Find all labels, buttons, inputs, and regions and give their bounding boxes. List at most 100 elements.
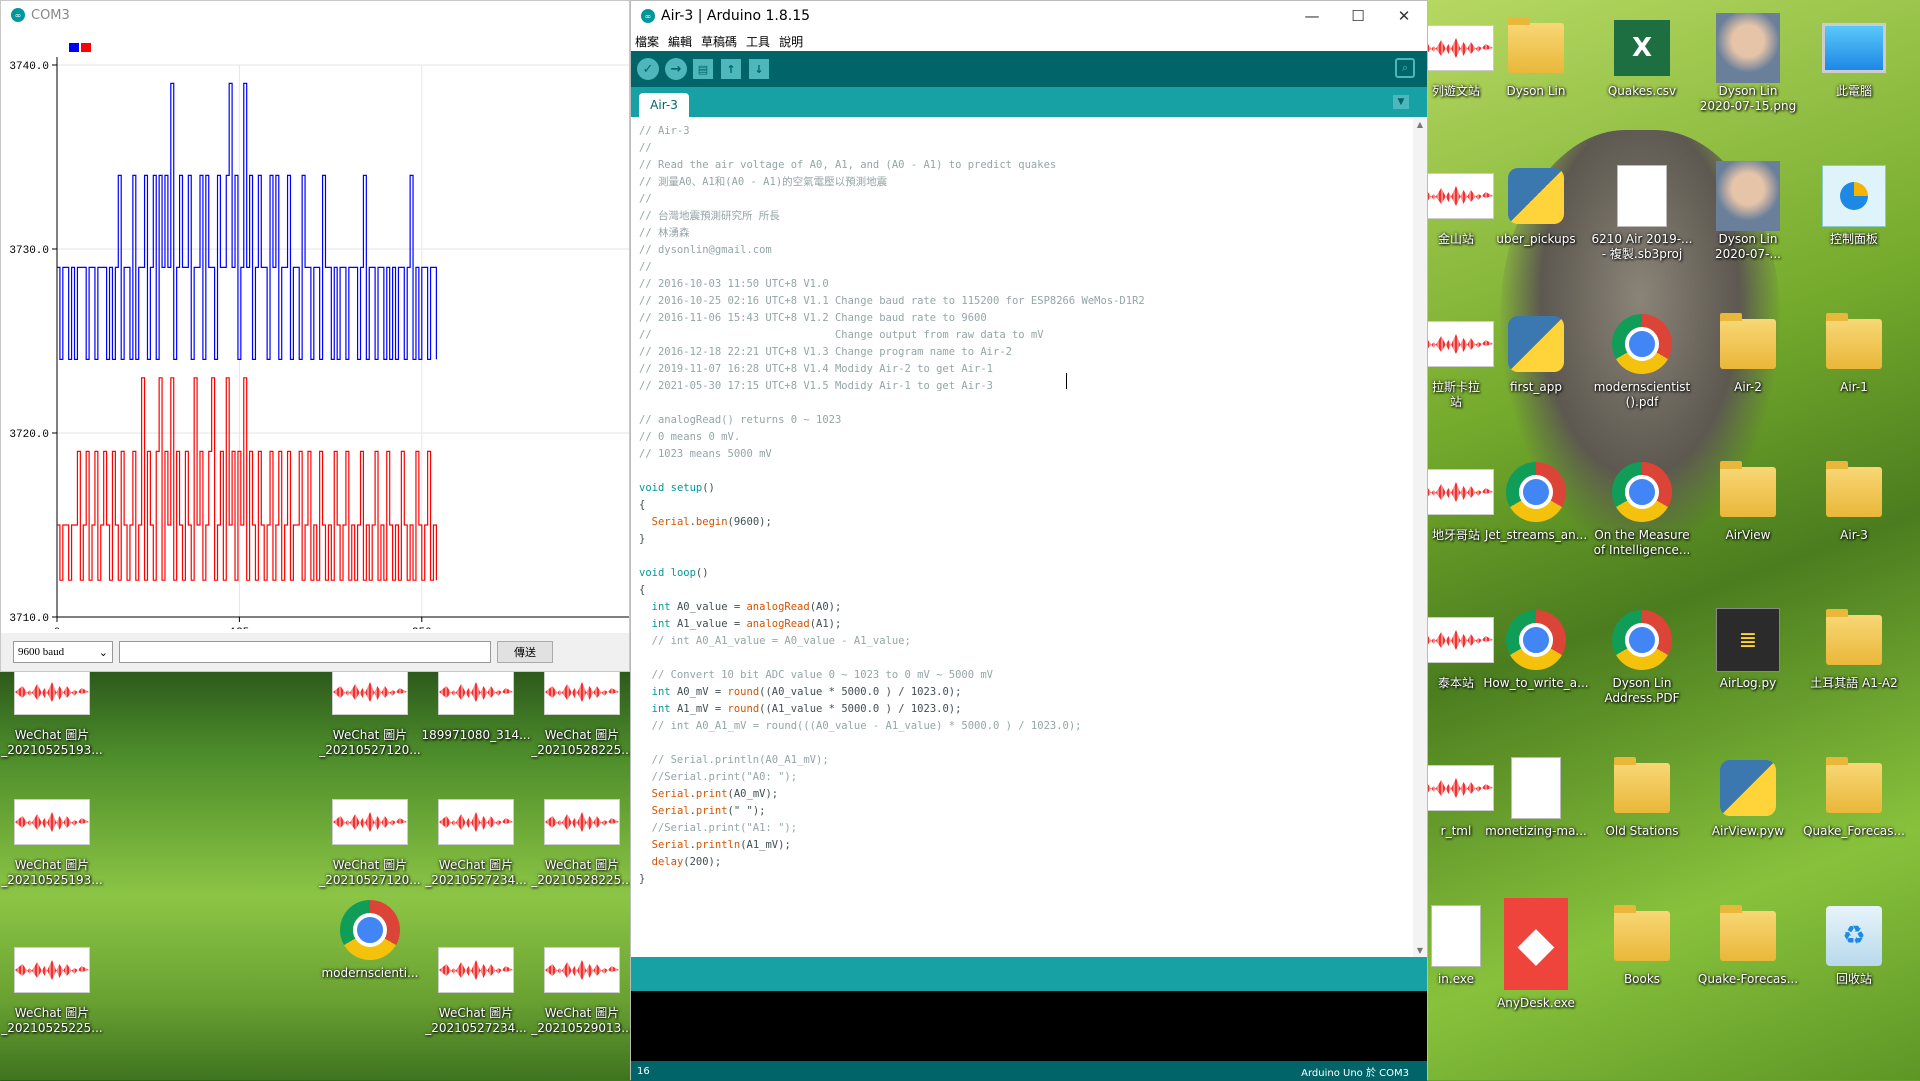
code-line[interactable]: // 林湧森 — [639, 227, 689, 239]
desktop-icon-dyson-png[interactable]: Dyson Lin 2020-07-15.png — [1698, 13, 1798, 114]
desktop-icon-quake-forecas[interactable]: Quake_Forecas... — [1803, 756, 1905, 839]
desktop-icon-modernsci-pdf[interactable]: modernscientist ().pdf — [1592, 312, 1692, 410]
code-line[interactable]: //Serial.print("A0: "); — [639, 771, 797, 783]
code-line[interactable]: { — [639, 584, 645, 596]
code-line[interactable]: // Convert 10 bit ADC value 0 ~ 1023 to … — [639, 669, 993, 681]
menu-file[interactable]: 檔案 — [635, 33, 659, 50]
code-line[interactable]: // Serial.println(A0_A1_mV); — [639, 754, 829, 766]
code-line[interactable]: void setup() — [639, 482, 715, 494]
desktop-icon-monetizing[interactable]: monetizing-ma... — [1485, 756, 1587, 839]
verify-button[interactable]: ✓ — [637, 58, 659, 80]
code-line[interactable]: int A0_value = analogRead(A0); — [639, 601, 842, 613]
code-text[interactable]: // Air-3 // // Read the air voltage of A… — [631, 117, 1415, 888]
desktop-icon-wechat-8[interactable]: WeChat 圖片 _20210525225... — [1, 938, 103, 1036]
code-line[interactable]: void loop() — [639, 567, 709, 579]
desktop-icon-jet[interactable]: Jet_streams_an... — [1485, 460, 1587, 543]
desktop-icon-inexe[interactable]: in.exe — [1428, 904, 1484, 987]
desktop-icon-airview[interactable]: AirView — [1698, 460, 1798, 543]
code-line[interactable]: int A0_mV = round((A0_value * 5000.0 ) /… — [639, 686, 962, 698]
menu-tools[interactable]: 工具 — [746, 33, 770, 50]
new-sketch-button[interactable]: ▤ — [693, 59, 713, 79]
desktop-icon-wechat-4[interactable]: WeChat 圖片 _20210525193... — [1, 790, 103, 888]
desktop-icon-turkey[interactable]: 土耳其語 A1-A2 — [1804, 608, 1904, 691]
scroll-up-icon[interactable]: ▲ — [1413, 117, 1427, 131]
desktop-icon-first-app[interactable]: first_app — [1486, 312, 1586, 395]
code-line[interactable]: delay(200); — [639, 856, 722, 868]
desktop-icon-this-pc[interactable]: 此電腦 — [1804, 16, 1904, 99]
desktop-icon-dyson-lin-folder[interactable]: Dyson Lin — [1486, 16, 1586, 99]
tab-air-3[interactable]: Air-3 — [639, 93, 689, 117]
code-line[interactable]: Serial.print(" "); — [639, 805, 766, 817]
desktop-icon-xiben[interactable]: 泰本站 — [1418, 608, 1494, 691]
minimize-button[interactable]: — — [1289, 1, 1335, 31]
desktop-icon-air-3[interactable]: Air-3 — [1804, 460, 1904, 543]
code-line[interactable]: // 台灣地震預測研究所 所長 — [639, 210, 780, 222]
send-input[interactable] — [119, 641, 491, 663]
code-line[interactable]: // int A0_A1_value = A0_value - A1_value… — [639, 635, 911, 647]
code-line[interactable]: } — [639, 533, 645, 545]
upload-button[interactable]: → — [665, 58, 687, 80]
desktop-icon-html[interactable]: r_tml — [1418, 756, 1494, 839]
close-button[interactable]: ✕ — [1381, 1, 1427, 31]
code-line[interactable]: // 2019-11-07 16:28 UTC+8 V1.4 Modidy Ai… — [639, 363, 993, 375]
desktop-icon-wechat-1[interactable]: WeChat 圖片 _20210525193... — [1, 660, 103, 758]
code-line[interactable]: Serial.print(A0_mV); — [639, 788, 778, 800]
desktop-icon-airview-pyw[interactable]: AirView.pyw — [1698, 756, 1798, 839]
desktop-icon-dyson-2[interactable]: Dyson Lin 2020-07-... — [1698, 161, 1798, 262]
code-line[interactable]: // 2016-12-18 22:21 UTC+8 V1.3 Change pr… — [639, 346, 1012, 358]
code-line[interactable]: // — [639, 261, 652, 273]
desktop-icon-quake-forecas-2[interactable]: Quake-Forecas... — [1698, 904, 1798, 987]
desktop-icon-wechat-9[interactable]: WeChat 圖片 _20210527234... — [425, 938, 527, 1036]
desktop-icon-sb3[interactable]: 6210 Air 2019-... - 複製.sb3proj — [1592, 164, 1692, 262]
desktop-icon-wechat-3[interactable]: WeChat 圖片 _20210528225... — [531, 660, 633, 758]
code-line[interactable]: // Air-3 — [639, 125, 690, 137]
desktop-icon-address[interactable]: Dyson Lin Address.PDF — [1592, 608, 1692, 706]
code-line[interactable]: { — [639, 499, 645, 511]
desktop-icon-travel[interactable]: 列遊文站 — [1418, 16, 1494, 99]
code-line[interactable]: // 2016-11-06 15:43 UTC+8 V1.2 Change ba… — [639, 312, 987, 324]
save-sketch-button[interactable]: ↓ — [749, 59, 769, 79]
desktop-icon-control[interactable]: 控制面板 — [1804, 164, 1904, 247]
code-line[interactable]: // 0 means 0 mV. — [639, 431, 740, 443]
desktop-icon-kala[interactable]: 拉斯卡拉 站 — [1418, 312, 1494, 410]
desktop-icon-wechat-2[interactable]: WeChat 圖片 _20210527120... — [319, 660, 421, 758]
desktop-icon-liu[interactable]: 地牙哥站 — [1418, 460, 1494, 543]
code-line[interactable]: // 2016-10-03 11:50 UTC+8 V1.0 — [639, 278, 829, 290]
desktop-icon-how-to[interactable]: How_to_write_a... — [1483, 608, 1589, 691]
code-line[interactable]: // 測量A0、A1和(A0 - A1)的空氣電壓以預測地震 — [639, 176, 887, 188]
desktop-icon-air-1[interactable]: Air-1 — [1804, 312, 1904, 395]
tab-menu-button[interactable]: ▼ — [1393, 95, 1409, 109]
desktop-icon-modernsci-1[interactable]: modernscienti... — [320, 898, 420, 981]
code-line[interactable]: // dysonlin@gmail.com — [639, 244, 772, 256]
send-button[interactable]: 傳送 — [497, 641, 553, 663]
desktop-icon-measure[interactable]: On the Measure of Intelligence... — [1592, 460, 1692, 558]
desktop-icon-jinshan[interactable]: 金山站 — [1418, 164, 1494, 247]
desktop-icon-img-189[interactable]: 189971080_314... — [421, 660, 531, 743]
desktop-icon-wechat-5[interactable]: WeChat 圖片 _20210527120... — [319, 790, 421, 888]
code-editor[interactable]: // Air-3 // // Read the air voltage of A… — [631, 117, 1415, 957]
desktop-icon-quakes-csv[interactable]: X Quakes.csv — [1592, 16, 1692, 99]
desktop-icon-anydesk[interactable]: ◆ AnyDesk.exe — [1486, 896, 1586, 1011]
code-line[interactable]: int A1_value = analogRead(A1); — [639, 618, 842, 630]
maximize-button[interactable]: ☐ — [1335, 1, 1381, 31]
open-sketch-button[interactable]: ↑ — [721, 59, 741, 79]
code-line[interactable]: // 1023 means 5000 mV — [639, 448, 772, 460]
desktop-icon-wechat-7[interactable]: WeChat 圖片 _20210528225... — [531, 790, 633, 888]
code-line[interactable]: // — [639, 193, 652, 205]
editor-scrollbar[interactable]: ▲ ▼ — [1413, 117, 1427, 957]
code-line[interactable]: // Change output from raw data to mV — [639, 329, 1044, 341]
code-line[interactable]: //Serial.print("A1: "); — [639, 822, 797, 834]
desktop-icon-wechat-6[interactable]: WeChat 圖片 _20210527234... — [425, 790, 527, 888]
menu-sketch[interactable]: 草稿碼 — [701, 33, 737, 50]
code-line[interactable]: // analogRead() returns 0 ~ 1023 — [639, 414, 841, 426]
desktop-icon-old-stations[interactable]: Old Stations — [1592, 756, 1692, 839]
desktop-icon-wechat-10[interactable]: WeChat 圖片 _20210529013... — [531, 938, 633, 1036]
code-line[interactable]: Serial.begin(9600); — [639, 516, 772, 528]
menu-help[interactable]: 說明 — [779, 33, 803, 50]
baud-rate-select[interactable]: 9600 baud ⌄ — [13, 641, 113, 663]
desktop-icon-uber[interactable]: uber_pickups — [1486, 164, 1586, 247]
code-line[interactable]: int A1_mV = round((A1_value * 5000.0 ) /… — [639, 703, 962, 715]
menu-edit[interactable]: 編輯 — [668, 33, 692, 50]
code-line[interactable]: // Read the air voltage of A0, A1, and (… — [639, 159, 1056, 171]
code-line[interactable]: // int A0_A1_mV = round(((A0_value - A1_… — [639, 720, 1082, 732]
